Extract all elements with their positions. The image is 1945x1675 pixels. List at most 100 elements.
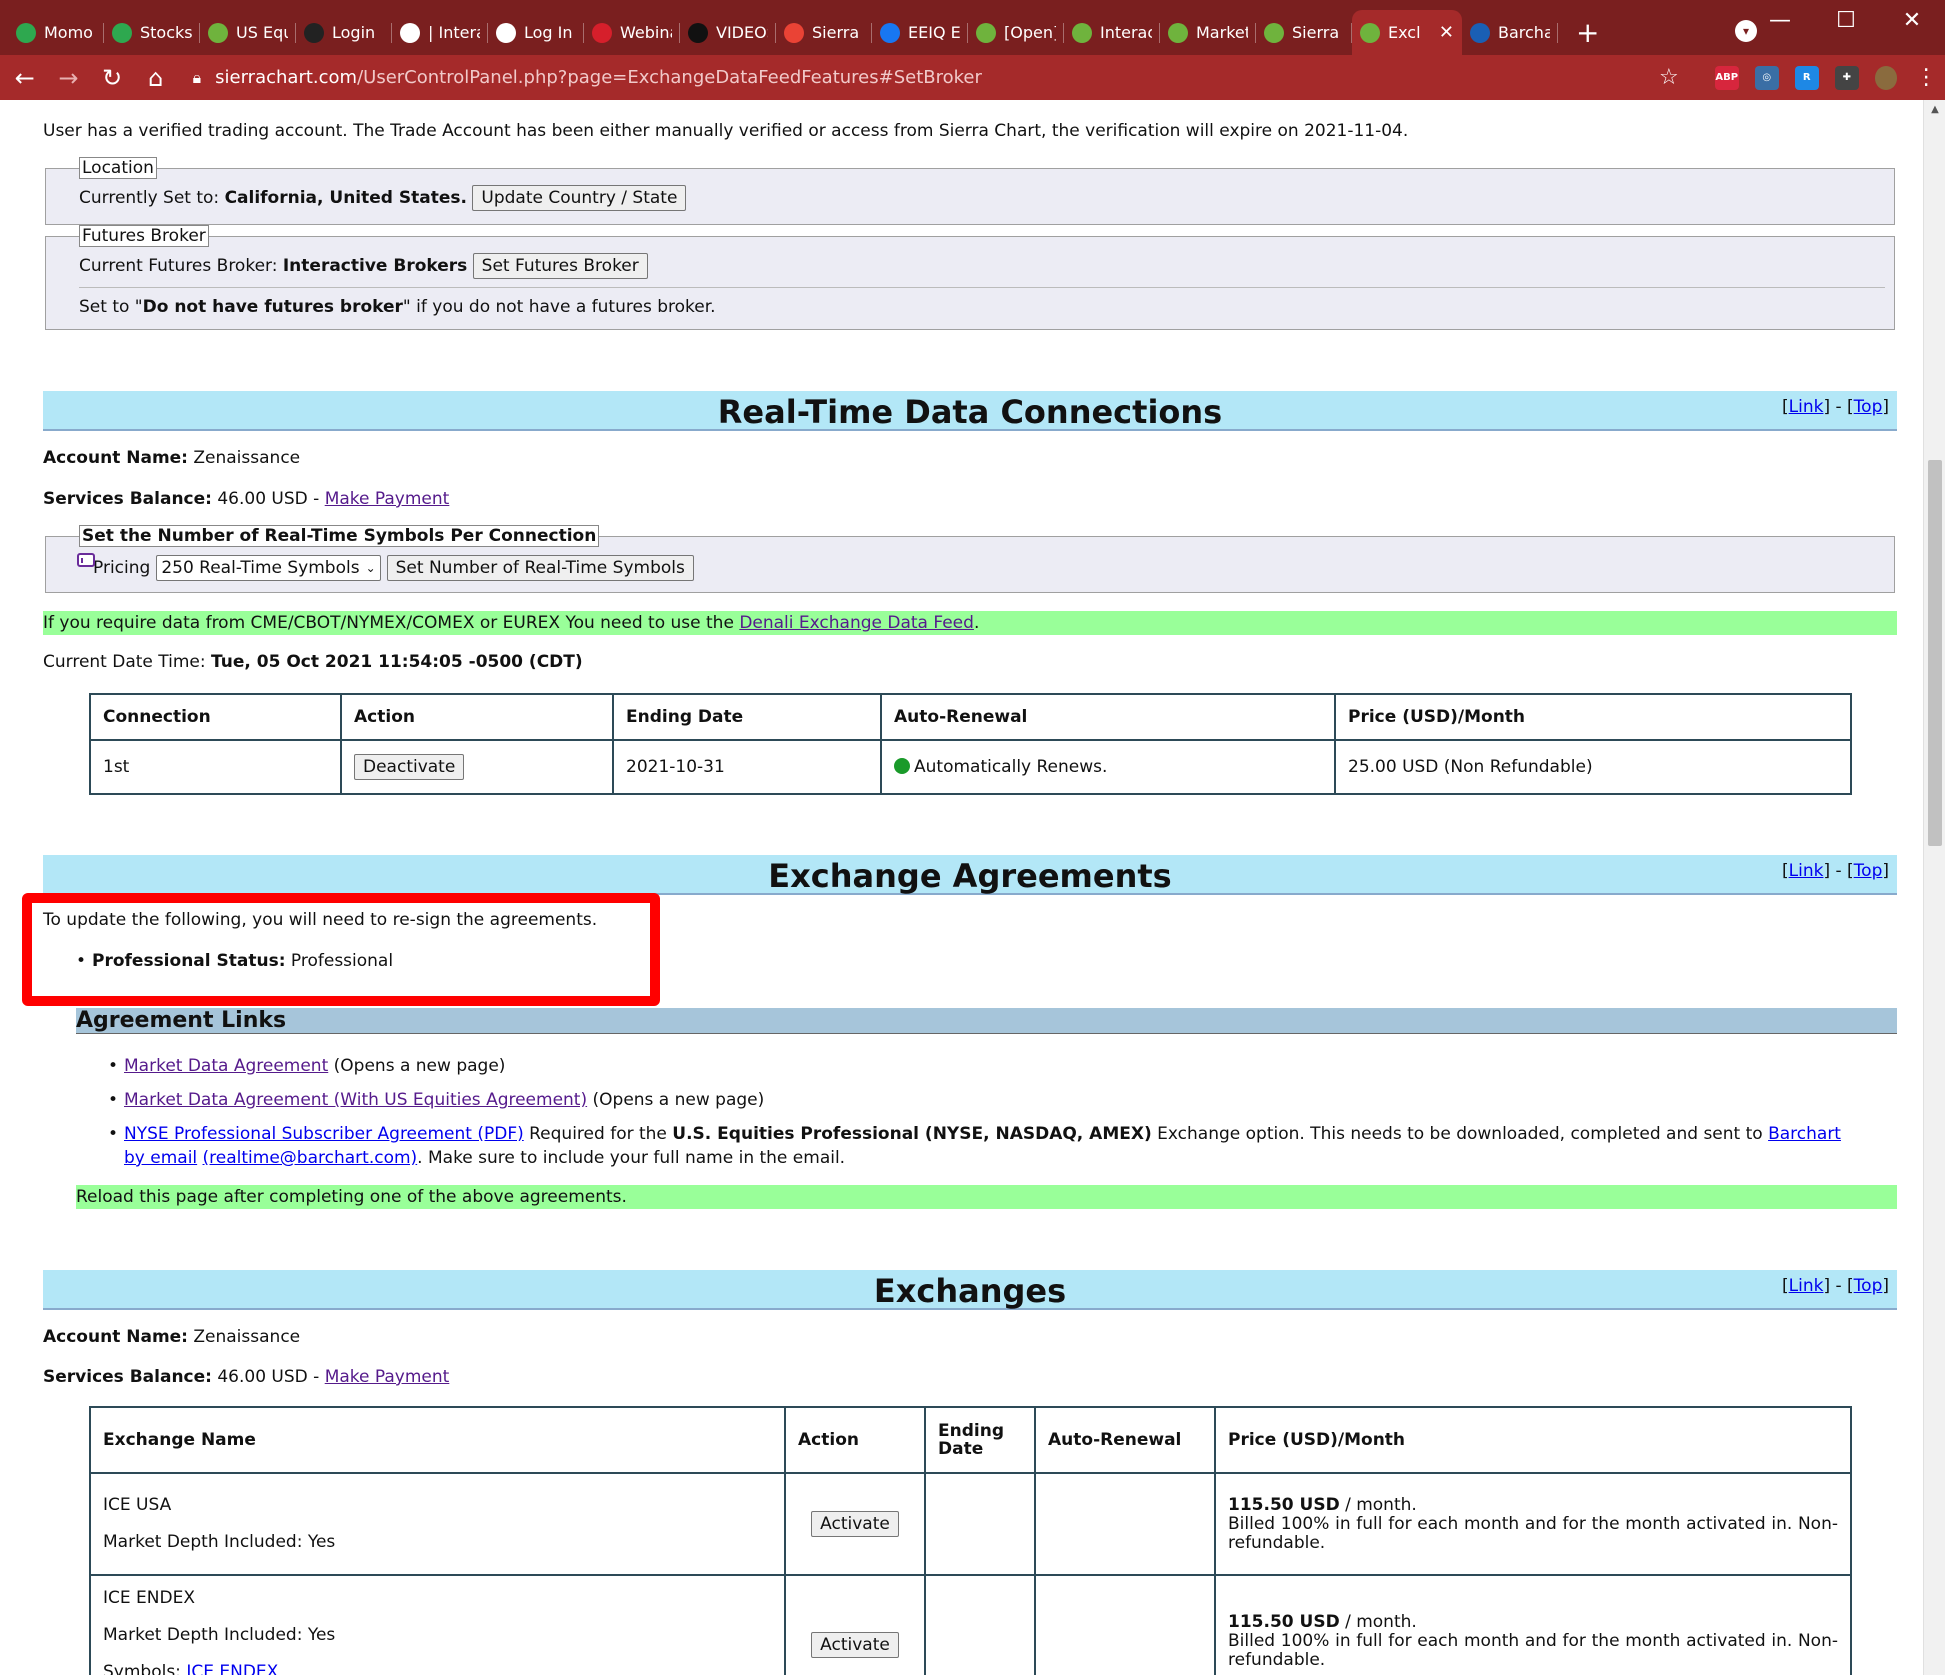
browser-tab[interactable]: Market — [1160, 10, 1256, 55]
bowtie-icon — [688, 22, 708, 43]
resign-note: To update the following, you will need t… — [43, 910, 598, 930]
browser-tab-strip: Momo Stocks US Equi Login | Interac Log In Web… — [0, 0, 1945, 55]
make-payment-link[interactable]: Make Payment — [325, 1367, 450, 1387]
deactivate-button[interactable]: Deactivate — [354, 754, 465, 780]
make-payment-link[interactable]: Make Payment — [325, 489, 450, 509]
table-row: ICE USA Market Depth Included: Yes Activ… — [89, 1472, 1852, 1576]
column-header: Auto-Renewal — [1034, 1406, 1216, 1474]
table-header-row: Connection Action Ending Date Auto-Renew… — [89, 693, 1852, 741]
menu-dots-icon[interactable]: ⋮ — [1907, 65, 1945, 90]
location-legend: Location — [79, 157, 157, 179]
new-tab-icon[interactable]: + — [1558, 10, 1617, 55]
tab-label: Sierra C — [1292, 23, 1344, 42]
pricing-label: Pricing — [93, 558, 151, 578]
denali-feed-link[interactable]: Denali Exchange Data Feed — [739, 613, 974, 633]
browser-tab[interactable]: Stocks — [104, 10, 200, 55]
divider — [79, 287, 1885, 288]
back-icon[interactable]: ← — [6, 64, 44, 92]
browser-tab[interactable]: Momo — [8, 10, 104, 55]
list-item: Market Data Agreement (With US Equities … — [108, 1088, 1864, 1112]
auto-renewal-cell: Automatically Renews. — [880, 739, 1336, 795]
market-depth: Market Depth Included: Yes — [103, 1625, 336, 1645]
futures-broker-line: Current Futures Broker: Interactive Brok… — [79, 253, 648, 279]
browser-tab[interactable]: [Open] — [968, 10, 1064, 55]
browser-tab[interactable]: Barchar — [1462, 10, 1558, 55]
set-symbols-button[interactable]: Set Number of Real-Time Symbols — [386, 555, 694, 581]
realtime-section-header: Real-Time Data Connections [Link] - [Top… — [43, 391, 1897, 431]
browser-tab[interactable]: Login — [296, 10, 392, 55]
section-link[interactable]: Link — [1789, 1276, 1824, 1296]
browser-tab[interactable]: Sierra C — [1256, 10, 1352, 55]
minimize-icon[interactable]: — — [1747, 8, 1813, 33]
page-scrollbar[interactable]: ▲ — [1923, 100, 1945, 1675]
maximize-icon[interactable]: ☐ — [1813, 8, 1879, 33]
column-header: Connection — [89, 693, 342, 741]
browser-tab[interactable]: | Interac — [392, 10, 488, 55]
extension-icon[interactable]: ◎ — [1754, 65, 1779, 90]
close-tab-icon[interactable]: ✕ — [1439, 22, 1454, 43]
browser-tab[interactable]: Interact — [1064, 10, 1160, 55]
home-icon[interactable]: ⌂ — [137, 64, 175, 92]
bookmark-star-icon[interactable]: ☆ — [1659, 65, 1679, 90]
futures-broker-fieldset: Futures Broker Current Futures Broker: I… — [45, 225, 1895, 330]
auto-renewal-cell — [1034, 1472, 1216, 1576]
facebook-icon — [880, 22, 900, 43]
extension-icon[interactable]: R — [1794, 65, 1819, 90]
section-top-link[interactable]: Top — [1854, 861, 1883, 881]
tab-label: VIDEOS — [716, 23, 768, 42]
browser-tab[interactable]: VIDEOS — [680, 10, 776, 55]
pricing-info-icon[interactable] — [77, 552, 95, 572]
market-data-us-equities-agreement-link[interactable]: Market Data Agreement (With US Equities … — [124, 1090, 587, 1110]
rt-account-name: Account Name: Zenaissance — [43, 448, 301, 468]
ice-endex-symbols-link[interactable]: ICE ENDEX — [186, 1662, 278, 1675]
browser-tab[interactable]: Excl ✕ — [1352, 10, 1462, 55]
set-futures-broker-button[interactable]: Set Futures Broker — [472, 253, 648, 279]
stocktwits-icon — [112, 22, 132, 43]
scroll-up-icon[interactable]: ▲ — [1924, 104, 1945, 115]
activate-button[interactable]: Activate — [811, 1511, 899, 1537]
address-bar[interactable]: 🔒︎ sierrachart.com/UserControlPanel.php?… — [193, 60, 1699, 96]
globe-icon — [1072, 22, 1092, 43]
globe-icon — [1360, 22, 1380, 43]
extension-icon[interactable]: ABP — [1714, 65, 1739, 90]
lock-icon[interactable]: 🔒︎ — [193, 68, 202, 88]
symbols-count-select[interactable]: 250 Real-Time Symbols ⌄ — [156, 555, 381, 581]
action-cell: Activate — [784, 1574, 926, 1675]
section-top-link[interactable]: Top — [1854, 1276, 1883, 1296]
barchart-email-address-link[interactable]: (realtime@barchart.com) — [203, 1148, 418, 1168]
check-icon — [496, 22, 516, 43]
nyse-agreement-link[interactable]: NYSE Professional Subscriber Agreement (… — [124, 1124, 524, 1144]
globe-icon — [208, 22, 228, 43]
browser-tab[interactable]: Webina — [584, 10, 680, 55]
browser-tab[interactable]: Log In — [488, 10, 584, 55]
tab-label: Login — [332, 23, 376, 42]
browser-tab[interactable]: US Equi — [200, 10, 296, 55]
section-link[interactable]: Link — [1789, 397, 1824, 417]
no-broker-note: Set to "Do not have futures broker" if y… — [79, 297, 716, 317]
stocktwits-icon — [16, 22, 36, 43]
exchange-name: ICE ENDEX — [103, 1588, 195, 1608]
reload-icon[interactable]: ↻ — [93, 64, 131, 92]
table-row: 1st Deactivate 2021-10-31 Automatically … — [89, 739, 1852, 795]
section-link[interactable]: Link — [1789, 861, 1824, 881]
extension-icon[interactable]: ✚ — [1834, 65, 1859, 90]
exchanges-section-header: Exchanges [Link] - [Top] — [43, 1270, 1897, 1310]
section-top-link[interactable]: Top — [1854, 397, 1883, 417]
forward-icon[interactable]: → — [50, 64, 88, 92]
browser-tab[interactable]: Sierra C — [776, 10, 872, 55]
cme-note: If you require data from CME/CBOT/NYMEX/… — [43, 611, 1897, 635]
circle-icon — [400, 22, 420, 43]
column-header: Ending Date — [612, 693, 882, 741]
market-depth: Market Depth Included: Yes — [103, 1532, 336, 1552]
close-window-icon[interactable]: ✕ — [1879, 8, 1945, 33]
market-data-agreement-link[interactable]: Market Data Agreement — [124, 1056, 328, 1076]
profile-avatar[interactable] — [1874, 65, 1898, 90]
column-header: Price (USD)/Month — [1214, 1406, 1852, 1474]
update-country-state-button[interactable]: Update Country / State — [472, 185, 687, 211]
location-line: Currently Set to: California, United Sta… — [79, 185, 687, 211]
exchange-name-cell: ICE USA Market Depth Included: Yes — [89, 1472, 786, 1576]
globe-icon — [976, 22, 996, 43]
scrollbar-thumb[interactable] — [1928, 460, 1942, 846]
browser-tab[interactable]: EEIQ Eli — [872, 10, 968, 55]
activate-button[interactable]: Activate — [811, 1632, 899, 1658]
